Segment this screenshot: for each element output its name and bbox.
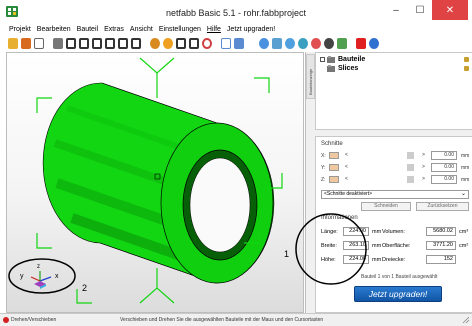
- annotation-overlay: [295, 213, 367, 285]
- status-hint: Verschieben und Drehen Sie die ausgewähl…: [120, 317, 324, 323]
- status-indicator-icon: [3, 317, 9, 323]
- annotation-label-1: 1: [284, 249, 290, 259]
- status-bar: Drehen/Verschieben Verschieben und Drehe…: [0, 313, 472, 326]
- status-mode: Drehen/Verschieben: [11, 317, 57, 323]
- annotation-ellipse-info: [295, 213, 367, 285]
- resize-grip-icon[interactable]: [462, 316, 470, 324]
